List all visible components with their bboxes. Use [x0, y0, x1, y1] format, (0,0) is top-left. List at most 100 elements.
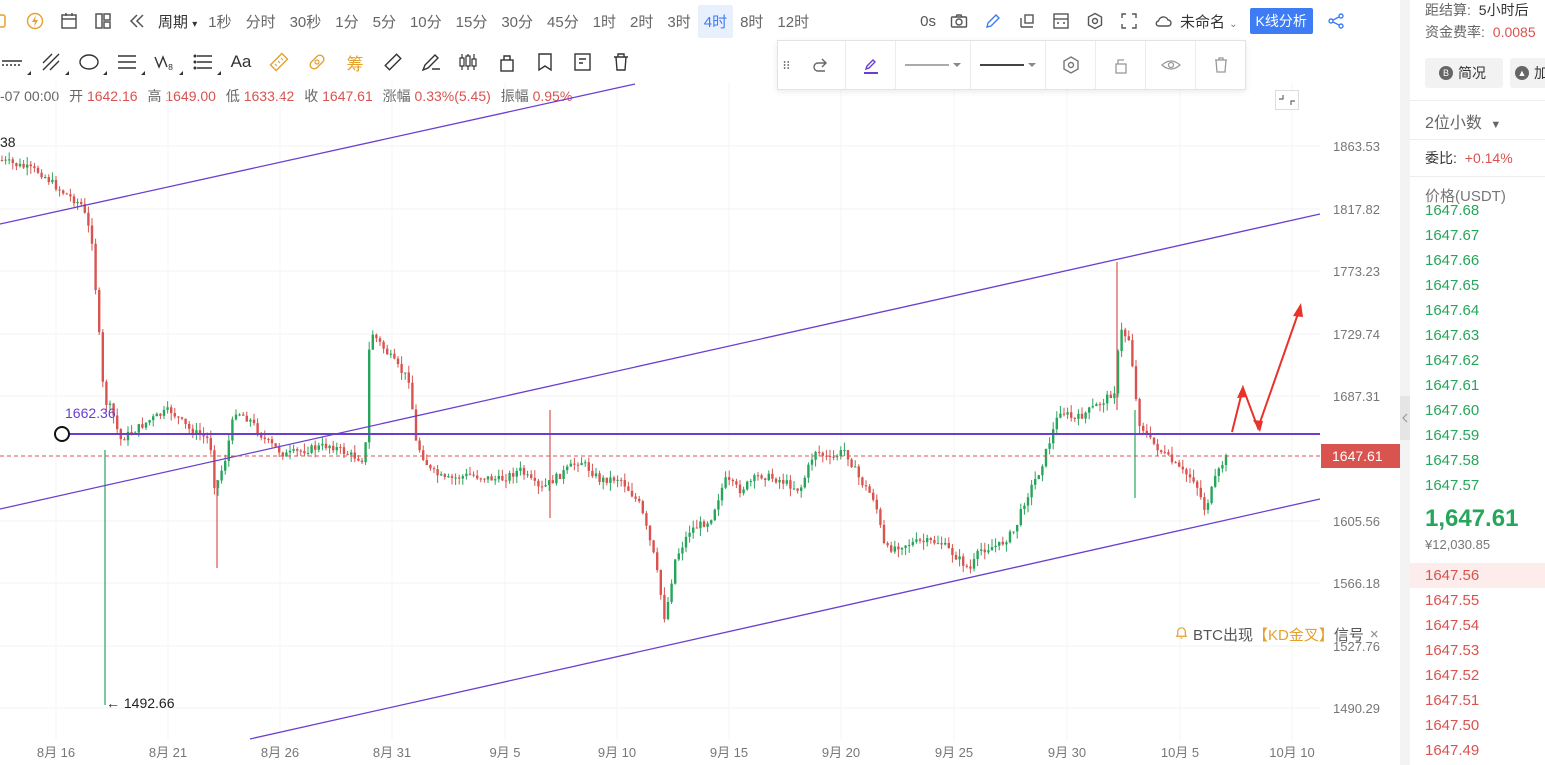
candle [760, 473, 763, 480]
timeframe-option[interactable]: 45分 [540, 11, 586, 32]
decimal-select[interactable]: 2位小数 ▼ [1425, 109, 1501, 133]
bid-row[interactable]: 1647.60 [1410, 398, 1545, 423]
candle [1102, 398, 1105, 413]
timeframe-option[interactable]: 10分 [403, 11, 449, 32]
sync-orange-icon[interactable] [304, 49, 330, 75]
chip-tool[interactable]: 筹 [342, 49, 368, 75]
eye-icon[interactable] [1146, 41, 1196, 89]
bid-row[interactable]: 1647.68 [1410, 198, 1545, 223]
trash-icon[interactable] [608, 49, 634, 75]
calendar-icon[interactable] [60, 12, 78, 30]
calculator-icon[interactable] [1052, 12, 1070, 30]
bid-row[interactable]: 1647.62 [1410, 348, 1545, 373]
ask-row[interactable]: 1647.52 [1410, 663, 1545, 688]
candle [267, 437, 270, 444]
trend-line-icon[interactable] [38, 49, 69, 75]
candle [249, 418, 252, 427]
ask-row[interactable]: 1647.49 [1410, 738, 1545, 763]
panel-divider[interactable] [1400, 0, 1410, 765]
bid-row[interactable]: 1647.57 [1410, 473, 1545, 498]
period-dropdown[interactable]: 周期 ▾ [154, 11, 201, 32]
partial-icon[interactable] [0, 12, 10, 30]
measure-icon[interactable] [0, 49, 31, 75]
timeframe-option[interactable]: 3时 [660, 11, 697, 32]
drag-handle-icon[interactable] [778, 41, 796, 89]
horizontal-lines-icon[interactable] [114, 49, 145, 75]
bid-row[interactable]: 1647.66 [1410, 248, 1545, 273]
candle [213, 445, 216, 495]
timeframe-option[interactable]: 2时 [623, 11, 660, 32]
ruler-orange-icon[interactable] [266, 49, 292, 75]
undo-icon[interactable] [796, 41, 846, 89]
candlestick-chart[interactable]: 1863.53 1817.82 1773.23 1729.74 1687.31 1605.… [0, 82, 1400, 765]
line-color-icon[interactable] [846, 41, 896, 89]
share-icon[interactable] [1327, 12, 1345, 30]
ratio-label: 委比: [1425, 150, 1457, 166]
trash-icon[interactable] [1196, 41, 1245, 89]
ask-row[interactable]: 1647.51 [1410, 688, 1545, 713]
ask-row[interactable]: 1647.54 [1410, 613, 1545, 638]
pencil-icon[interactable] [984, 12, 1002, 30]
divider-handle[interactable] [1400, 396, 1410, 440]
bid-row[interactable]: 1647.58 [1410, 448, 1545, 473]
cloud-icon[interactable] [1154, 12, 1172, 30]
timeframe-option[interactable]: 4时 [697, 4, 734, 38]
indicator-icon[interactable] [1018, 12, 1036, 30]
ruler-icon[interactable] [380, 49, 406, 75]
candle [1149, 426, 1152, 440]
timeframe-option[interactable]: 分时 [239, 11, 283, 32]
bid-row[interactable]: 1647.64 [1410, 298, 1545, 323]
ask-row[interactable]: 1647.50 [1410, 713, 1545, 738]
candle [148, 419, 151, 426]
line-style-dropdown[interactable] [896, 41, 971, 89]
timeframe-option[interactable]: 1时 [586, 11, 623, 32]
rewind-icon[interactable] [128, 12, 146, 30]
settings-icon[interactable] [1046, 41, 1096, 89]
tab-overview[interactable]: B 简况 [1425, 58, 1503, 88]
lock-icon[interactable] [1096, 41, 1146, 89]
timeframe-option[interactable]: 30秒 [283, 11, 329, 32]
collapse-icon[interactable] [1275, 90, 1299, 110]
settings-icon[interactable] [1086, 12, 1104, 30]
ask-row[interactable]: 1647.55 [1410, 588, 1545, 613]
funding-label: 资金费率: [1425, 24, 1485, 40]
candle [8, 152, 11, 165]
bid-row[interactable]: 1647.63 [1410, 323, 1545, 348]
bookmark-icon[interactable] [532, 49, 558, 75]
bid-row[interactable]: 1647.65 [1410, 273, 1545, 298]
fibonacci-icon[interactable] [190, 49, 221, 75]
timeframe-option[interactable]: 30分 [494, 11, 540, 32]
ask-row[interactable]: 1647.56 [1410, 563, 1545, 588]
candle [371, 330, 374, 350]
close-icon[interactable]: × [1370, 626, 1379, 643]
timeframe-option[interactable]: 15分 [449, 11, 495, 32]
timeframe-option[interactable]: 1秒 [201, 11, 238, 32]
ellipse-icon[interactable] [76, 49, 107, 75]
line-width-dropdown[interactable] [971, 41, 1046, 89]
candle [717, 493, 720, 517]
timeframe-option[interactable]: 5分 [366, 11, 403, 32]
bid-row[interactable]: 1647.59 [1410, 423, 1545, 448]
edit-note-icon[interactable] [570, 49, 596, 75]
fullscreen-icon[interactable] [1120, 12, 1138, 30]
candle [292, 444, 295, 454]
tab-add[interactable]: ▲ 加 [1510, 58, 1545, 88]
signal-alert[interactable]: BTC出现 【KD金叉】 信号 × [1174, 624, 1379, 645]
ask-row[interactable]: 1647.53 [1410, 638, 1545, 663]
camera-icon[interactable] [950, 12, 968, 30]
layout-icon[interactable] [94, 12, 112, 30]
layout-name-dropdown[interactable]: 未命名 ⌄ [1180, 11, 1238, 32]
lightning-icon[interactable] [26, 12, 44, 30]
bid-row[interactable]: 1647.67 [1410, 223, 1545, 248]
timeframe-option[interactable]: 8时 [733, 11, 770, 32]
brush-icon[interactable] [418, 49, 444, 75]
wave-pattern-icon[interactable]: 8 [152, 49, 183, 75]
kline-analysis-button[interactable]: K线分析 [1249, 8, 1313, 34]
bid-row[interactable]: 1647.61 [1410, 373, 1545, 398]
text-tool[interactable]: Aa [228, 49, 254, 75]
lock-icon[interactable] [494, 49, 520, 75]
candle [969, 559, 972, 574]
timeframe-option[interactable]: 1分 [328, 11, 365, 32]
timeframe-option[interactable]: 12时 [770, 11, 816, 32]
candles-icon[interactable] [456, 49, 482, 75]
